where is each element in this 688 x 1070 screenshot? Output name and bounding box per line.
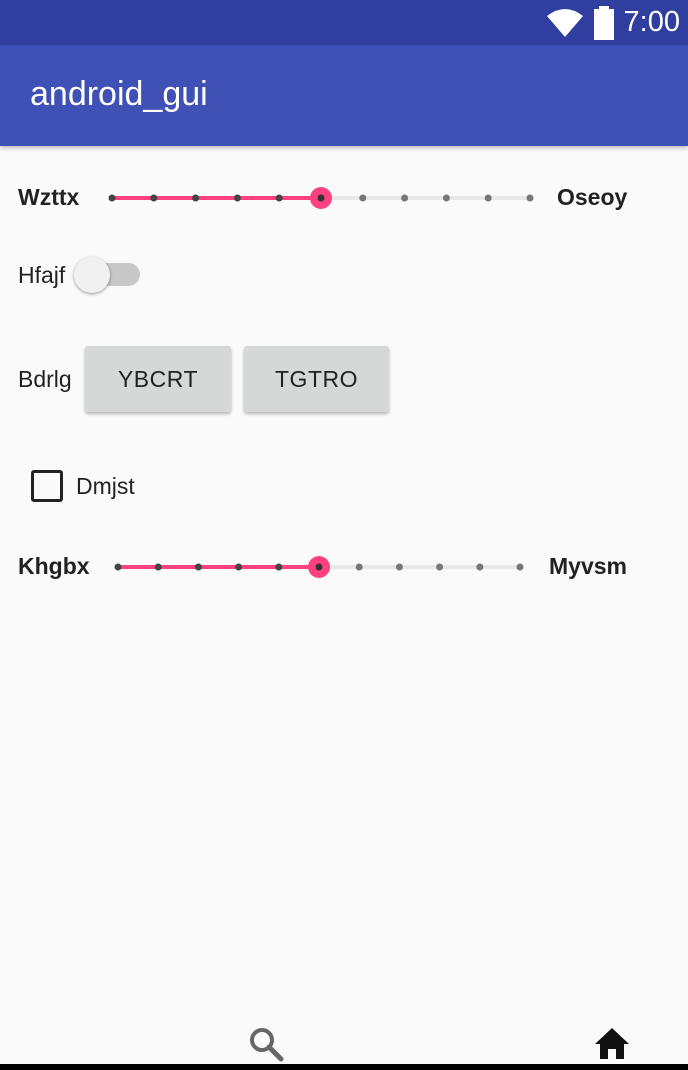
seekbar-2-left-label: Khgbx bbox=[18, 553, 90, 579]
seekbar-1-tick bbox=[192, 194, 200, 202]
seekbar-1-tick bbox=[526, 194, 534, 202]
seekbar-1-tick bbox=[150, 194, 158, 202]
checkbox-label: Dmjst bbox=[76, 473, 135, 499]
seekbar-1-tick bbox=[359, 194, 367, 202]
seekbar-2-tick bbox=[516, 563, 524, 571]
seekbar-1-tick bbox=[484, 194, 492, 202]
wifi-icon bbox=[546, 8, 583, 37]
search-icon[interactable] bbox=[248, 1026, 284, 1062]
system-nav-bar bbox=[0, 1064, 688, 1070]
status-bar: 7:00 bbox=[0, 0, 688, 45]
seekbar-2-tick bbox=[114, 563, 122, 571]
seekbar-2-tick bbox=[235, 563, 243, 571]
battery-icon bbox=[593, 5, 614, 40]
home-icon[interactable] bbox=[594, 1026, 630, 1060]
seekbar-1[interactable] bbox=[108, 183, 534, 213]
seekbar-2-tick bbox=[476, 563, 484, 571]
seekbar-2-right-label: Myvsm bbox=[549, 553, 627, 579]
switch-label: Hfajf bbox=[18, 262, 66, 288]
switch-thumb bbox=[74, 257, 110, 293]
seekbar-1-tick bbox=[108, 194, 116, 202]
seekbar-1-tick bbox=[275, 194, 283, 202]
seekbar-1-tick bbox=[442, 194, 450, 202]
seekbar-1-tick bbox=[401, 194, 409, 202]
ybcrt-button[interactable]: YBCRT bbox=[85, 346, 231, 412]
seekbar-1-left-label: Wzttx bbox=[18, 184, 80, 210]
seekbar-2-thumb-tick bbox=[315, 563, 323, 571]
seekbar-2-tick bbox=[436, 563, 444, 571]
seekbar-2-tick bbox=[194, 563, 202, 571]
toggle-switch[interactable] bbox=[74, 256, 142, 294]
app-title: android_gui bbox=[30, 75, 208, 113]
seekbar-1-right-label: Oseoy bbox=[557, 184, 628, 210]
tgtro-button[interactable]: TGTRO bbox=[244, 346, 389, 412]
seekbar-2-tick bbox=[355, 563, 363, 571]
button-row-label: Bdrlg bbox=[18, 366, 72, 392]
seekbar-1-thumb-tick bbox=[317, 194, 325, 202]
checkbox[interactable] bbox=[31, 470, 63, 502]
app-bar: android_gui bbox=[0, 45, 688, 146]
seekbar-2-tick bbox=[275, 563, 283, 571]
seekbar-1-tick bbox=[233, 194, 241, 202]
seekbar-2-tick bbox=[395, 563, 403, 571]
seekbar-2-tick bbox=[154, 563, 162, 571]
clock: 7:00 bbox=[623, 6, 680, 38]
seekbar-2[interactable] bbox=[114, 552, 524, 582]
